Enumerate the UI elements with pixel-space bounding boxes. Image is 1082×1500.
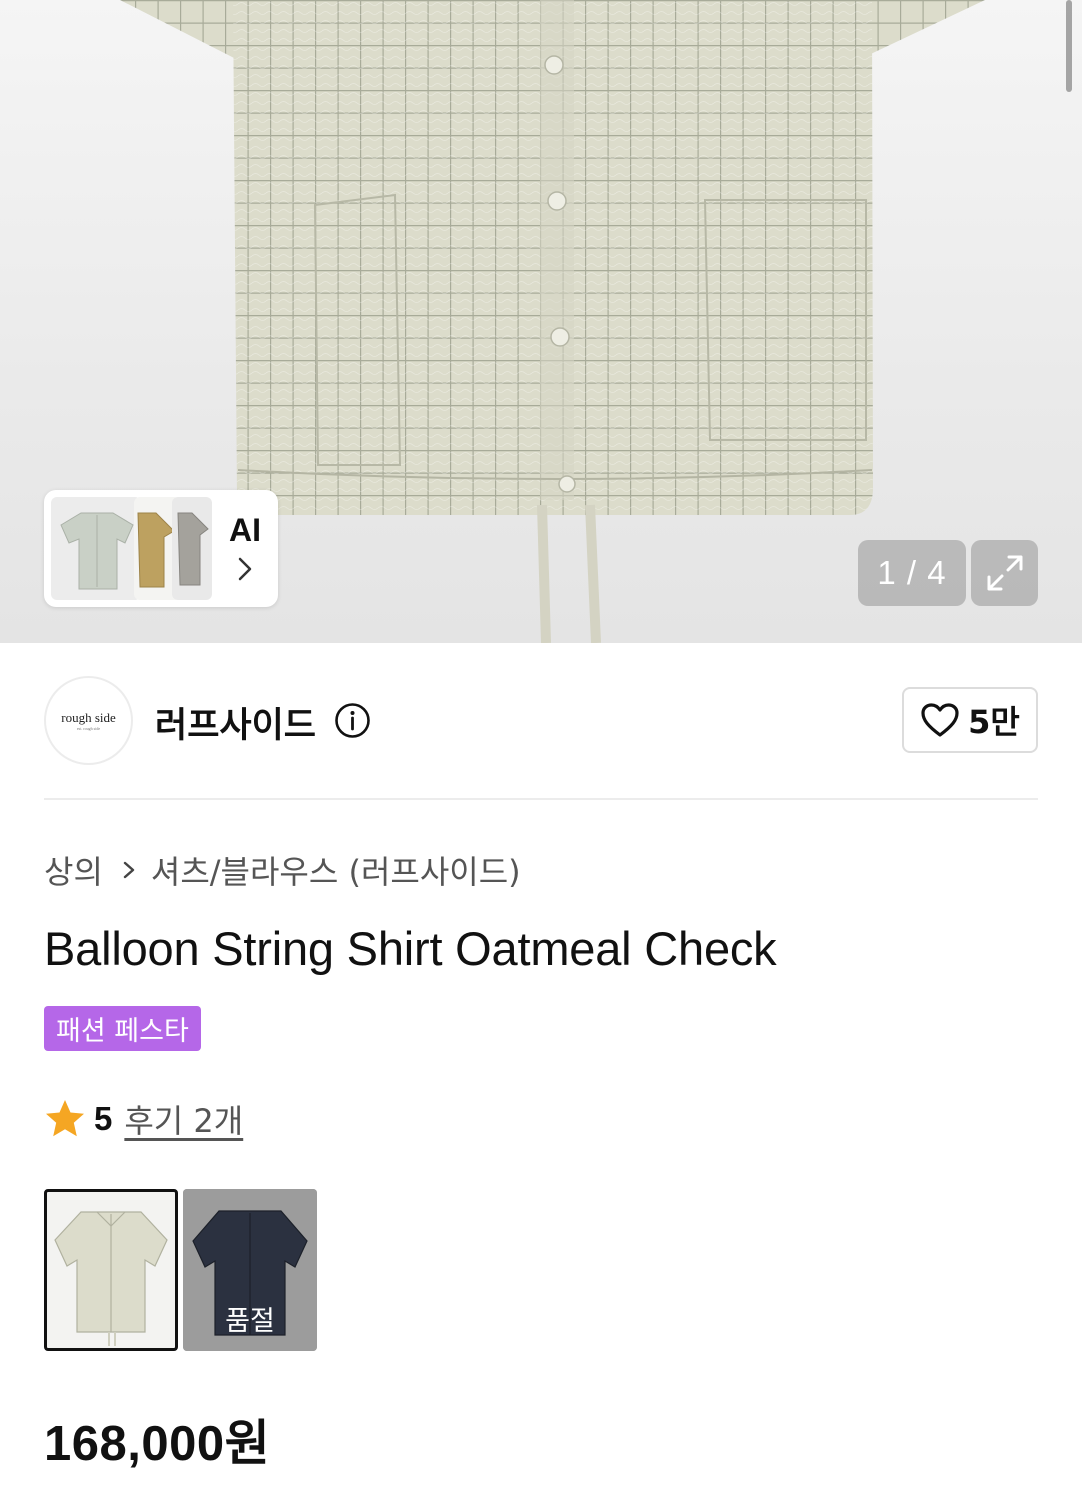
- star-icon: [46, 1100, 84, 1137]
- breadcrumb: 상의 셔츠/블라우스 (러프사이드): [44, 847, 521, 893]
- heart-icon: [921, 703, 959, 737]
- ai-recommend-button[interactable]: AI: [44, 490, 278, 607]
- info-icon[interactable]: [334, 702, 371, 739]
- rating-score: 5: [94, 1100, 113, 1137]
- breadcrumb-category-top[interactable]: 상의: [44, 847, 103, 893]
- brand-logo-text: rough side: [61, 709, 116, 725]
- chevron-right-icon: [238, 557, 252, 581]
- review-count-link[interactable]: 후기 2개: [124, 1096, 243, 1142]
- expand-icon: [987, 555, 1022, 591]
- product-image-gallery[interactable]: AI 1 / 4: [0, 0, 1082, 643]
- soldout-label: 품절: [225, 1306, 275, 1337]
- brand-logo[interactable]: rough side est. rough side: [44, 676, 133, 765]
- breadcrumb-category-shirts[interactable]: 셔츠/블라우스 (러프사이드): [151, 847, 521, 893]
- color-swatch-navy[interactable]: 품절: [183, 1189, 317, 1351]
- image-counter: 1 / 4: [858, 540, 966, 606]
- swatch-image-oatmeal: [54, 1211, 168, 1346]
- chevron-right-icon: [123, 861, 135, 879]
- color-swatch-oatmeal[interactable]: [44, 1189, 178, 1351]
- product-price: 168,000원: [44, 1417, 271, 1471]
- like-count: 5만: [968, 703, 1020, 741]
- ai-thumbnail-3: [172, 497, 212, 600]
- expand-image-button[interactable]: [971, 540, 1038, 606]
- product-title: Balloon String Shirt Oatmeal Check: [44, 922, 777, 975]
- rating-row: 5 후기 2개: [44, 1096, 243, 1142]
- event-badge: 패션 페스타: [44, 1006, 201, 1051]
- scrollbar[interactable]: [1066, 0, 1072, 92]
- like-button[interactable]: 5만: [902, 687, 1038, 753]
- ai-thumbnail-1: [51, 497, 141, 600]
- ai-label: AI: [229, 512, 261, 548]
- brand-name[interactable]: 러프사이드: [155, 697, 316, 748]
- divider: [44, 798, 1038, 800]
- brand-logo-subtext: est. rough side: [76, 725, 101, 731]
